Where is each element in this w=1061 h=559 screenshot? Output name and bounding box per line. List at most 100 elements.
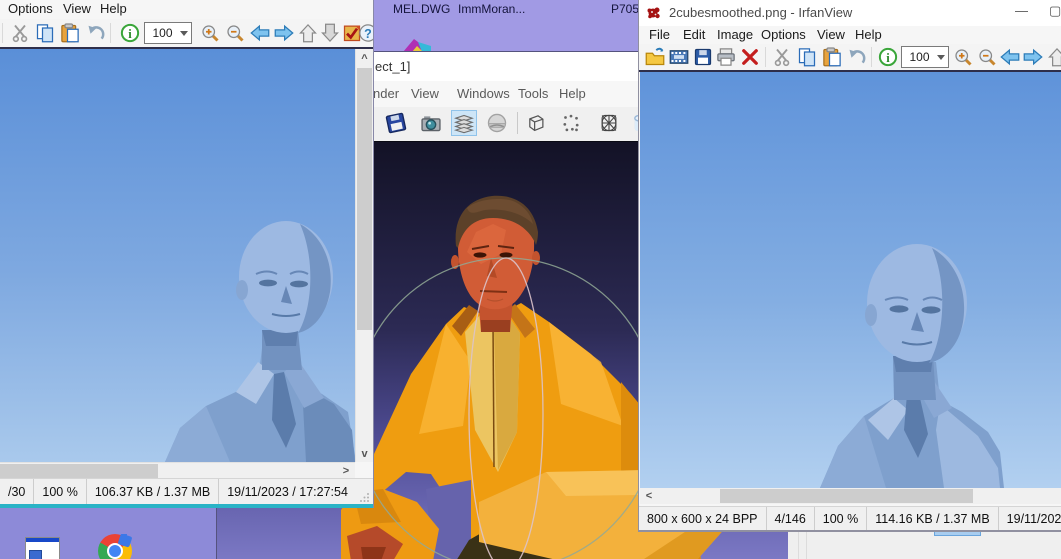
undo-icon[interactable] xyxy=(84,21,108,45)
next-image-icon[interactable] xyxy=(272,21,296,45)
menu-render-partial[interactable]: nder xyxy=(373,86,399,101)
left-image-viewport[interactable] xyxy=(0,49,355,462)
hscroll-thumb[interactable] xyxy=(720,489,973,503)
svg-text:?: ? xyxy=(364,27,372,41)
menu-options[interactable]: Options xyxy=(761,27,806,42)
desktop-icon-label[interactable]: MEL.DWG xyxy=(393,2,450,16)
snapshot-camera-icon[interactable] xyxy=(419,111,443,135)
hscroll-thumb[interactable] xyxy=(0,464,158,478)
minimize-button[interactable]: — xyxy=(1015,3,1028,18)
zoom-level-value: 100 xyxy=(902,50,937,64)
previous-image-icon[interactable] xyxy=(248,21,272,45)
menu-tools[interactable]: Tools xyxy=(518,86,548,101)
menu-help[interactable]: Help xyxy=(100,1,127,16)
menu-view[interactable]: View xyxy=(817,27,845,42)
slideshow-icon[interactable] xyxy=(667,45,691,69)
menu-view[interactable]: View xyxy=(411,86,439,101)
menu-file[interactable]: File xyxy=(649,27,670,42)
zoom-level-combobox[interactable]: 100 xyxy=(144,22,192,44)
meshlab-title: ect_1] xyxy=(375,59,410,74)
status-index: /30 xyxy=(0,479,34,505)
status-zoom: 100 % xyxy=(815,507,867,531)
status-datetime: 19/11/2023 / 17:27:54 xyxy=(219,479,356,505)
zoom-out-icon[interactable] xyxy=(975,45,999,69)
open-icon[interactable] xyxy=(643,45,667,69)
first-image-icon[interactable] xyxy=(296,21,320,45)
first-image-icon[interactable] xyxy=(1045,45,1061,69)
left-statusbar: /30 100 % 106.37 KB / 1.37 MB 19/11/2023… xyxy=(0,478,373,505)
paste-icon[interactable] xyxy=(58,21,82,45)
svg-text:i: i xyxy=(886,51,890,65)
points-mode-icon[interactable] xyxy=(559,111,583,135)
desktop-file-icon[interactable] xyxy=(403,37,431,52)
scroll-up-arrow[interactable]: ^ xyxy=(356,52,373,66)
blue-figure-left xyxy=(0,49,355,462)
help-icon[interactable]: ? xyxy=(356,21,374,45)
next-image-icon[interactable] xyxy=(1021,45,1045,69)
wireframe-cube-icon[interactable] xyxy=(524,111,548,135)
menu-help[interactable]: Help xyxy=(559,86,586,101)
scroll-left-arrow[interactable]: < xyxy=(642,489,656,503)
maximize-button[interactable]: ▢ xyxy=(1049,3,1061,19)
menu-windows[interactable]: Windows xyxy=(457,86,510,101)
paste-icon[interactable] xyxy=(820,45,844,69)
delete-icon[interactable] xyxy=(738,45,762,69)
irfanview-window-right: 2cubesmoothed.png - IrfanView — ▢ File E… xyxy=(638,0,1061,532)
status-datetime: 19/11/2023 / 16:58:39 xyxy=(999,507,1061,531)
print-icon[interactable] xyxy=(714,45,738,69)
menu-help[interactable]: Help xyxy=(855,27,882,42)
last-image-icon[interactable] xyxy=(318,21,342,45)
info-icon[interactable]: i xyxy=(118,21,142,45)
zoom-in-icon[interactable] xyxy=(198,21,222,45)
right-image-viewport[interactable] xyxy=(640,72,1061,488)
blue-figure-right xyxy=(640,72,1061,488)
irfanview-window-left: Options View Help i 100 xyxy=(0,0,374,508)
scroll-down-arrow[interactable]: v xyxy=(356,447,373,461)
cut-icon[interactable] xyxy=(8,21,32,45)
strip-separator xyxy=(798,531,799,559)
right-hscrollbar[interactable]: < xyxy=(640,488,1061,504)
desktop-window-shortcut-icon[interactable] xyxy=(25,537,60,559)
irfanview-logo-icon xyxy=(646,5,662,21)
menu-view[interactable]: View xyxy=(63,1,91,16)
right-titlebar[interactable]: 2cubesmoothed.png - IrfanView — ▢ xyxy=(639,0,1061,26)
zoom-level-combobox[interactable]: 100 xyxy=(901,46,949,68)
chrome-center xyxy=(109,545,121,557)
shortcut-icon-titlebar xyxy=(26,538,59,542)
shortcut-icon-content xyxy=(29,550,42,559)
zoom-level-value: 100 xyxy=(145,26,180,40)
svg-text:i: i xyxy=(128,27,132,41)
copy-icon[interactable] xyxy=(33,21,57,45)
info-icon[interactable]: i xyxy=(876,45,900,69)
layers-icon[interactable] xyxy=(451,110,477,136)
status-filesize: 106.37 KB / 1.37 MB xyxy=(87,479,219,505)
copy-icon[interactable] xyxy=(795,45,819,69)
scroll-right-arrow[interactable]: > xyxy=(338,464,354,478)
left-hscrollbar[interactable]: > xyxy=(0,462,355,479)
globe-icon[interactable] xyxy=(485,111,509,135)
strip-separator xyxy=(806,531,807,559)
save-icon[interactable] xyxy=(691,45,715,69)
zoom-out-icon[interactable] xyxy=(223,21,247,45)
cut-icon[interactable] xyxy=(770,45,794,69)
undo-icon[interactable] xyxy=(845,45,869,69)
left-vscrollbar[interactable]: ^ v xyxy=(355,49,373,462)
left-menubar: Options View Help xyxy=(0,0,373,19)
status-zoom: 100 % xyxy=(34,479,86,505)
vscroll-thumb[interactable] xyxy=(357,68,372,330)
menu-options[interactable]: Options xyxy=(8,1,53,16)
save-project-icon[interactable] xyxy=(384,111,408,135)
screen: MEL.DWG ImmMoran... P7051 ect_1] nder Vi… xyxy=(0,0,1061,559)
window-teal-border xyxy=(0,504,373,508)
chrome-icon[interactable] xyxy=(98,534,134,559)
resize-grip[interactable] xyxy=(360,492,370,502)
previous-image-icon[interactable] xyxy=(998,45,1022,69)
desktop-icon-label[interactable]: P7051 xyxy=(611,2,638,16)
background-window-strip xyxy=(788,530,1061,559)
menu-edit[interactable]: Edit xyxy=(683,27,705,42)
zoom-in-icon[interactable] xyxy=(951,45,975,69)
menu-image[interactable]: Image xyxy=(717,27,753,42)
desktop-icon-label[interactable]: ImmMoran... xyxy=(458,2,525,16)
toolbar-separator xyxy=(765,47,766,67)
wire-sphere-icon[interactable] xyxy=(597,111,621,135)
